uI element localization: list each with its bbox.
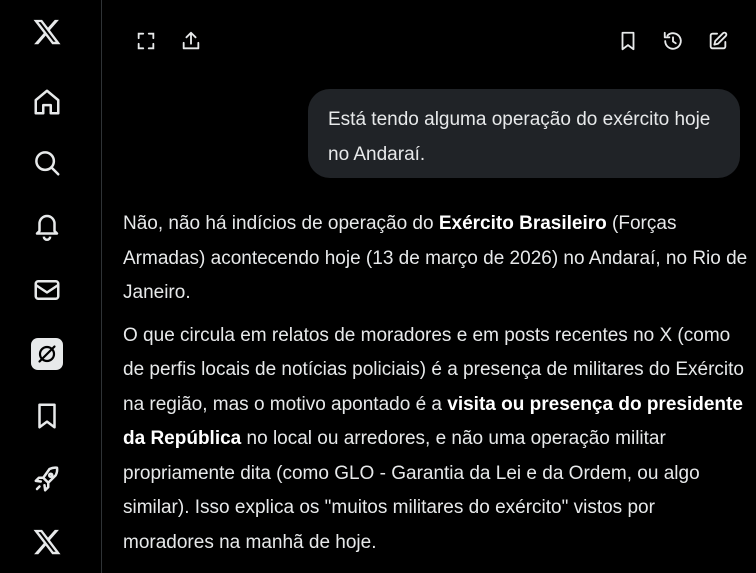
bell-icon[interactable] [29,208,65,244]
x-premium-icon[interactable] [29,524,65,560]
fullscreen-icon[interactable] [133,28,159,54]
sidebar-nav [0,0,102,573]
user-message-text: Está tendo alguma operação do exército h… [328,109,711,165]
new-chat-icon[interactable] [705,28,731,54]
answer-bold-text: Exército Brasileiro [438,213,607,234]
x-logo-icon[interactable] [29,14,65,50]
search-icon[interactable] [29,145,65,181]
user-message-bubble: Está tendo alguma operação do exército h… [308,89,740,178]
bookmark-icon[interactable] [29,398,65,434]
answer-paragraph-1: Não, não há indícios de operação do Exér… [123,207,748,311]
share-icon[interactable] [178,28,204,54]
assistant-answer: Não, não há indícios de operação do Exér… [123,207,748,568]
mail-icon[interactable] [29,272,65,308]
home-icon[interactable] [29,84,65,120]
grok-icon[interactable] [31,338,63,370]
answer-text: Não, não há indícios de operação do [123,213,439,234]
rocket-icon[interactable] [29,461,65,497]
answer-paragraph-2: O que circula em relatos de moradores e … [123,319,748,561]
bookmark-toolbar-icon[interactable] [615,28,641,54]
history-icon[interactable] [660,28,686,54]
